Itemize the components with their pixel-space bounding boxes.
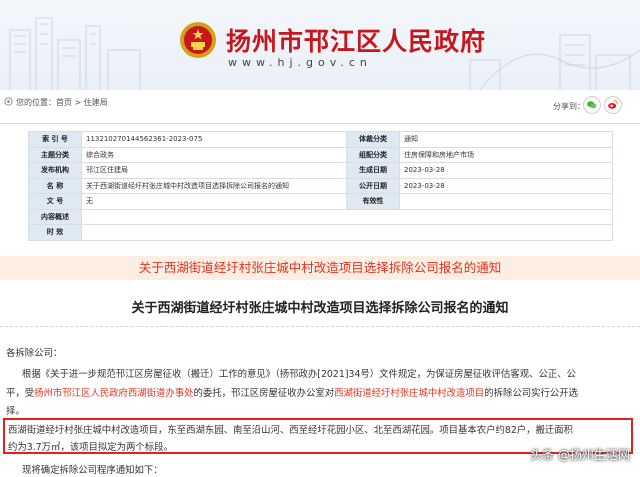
breadcrumb-home-link[interactable]: 首页 [56,98,72,107]
docno-label: 文 号 [28,193,82,210]
share-label: 分享到： [553,102,585,111]
table-row: 时 效 [28,224,613,241]
summary-label: 内容概述 [28,208,82,225]
title-divider [0,326,640,327]
location-icon [4,97,13,106]
summary-value [81,208,613,225]
time-label: 时 效 [28,224,82,241]
paragraph-1-line-3: 择。 [6,406,25,417]
weibo-icon [608,100,618,109]
valid-label: 有效性 [346,193,400,210]
org-theme-value: 住房保障和房地产市场 [399,146,613,163]
article-title: 关于西湖街道经圩村张庄城中村改造项目选择拆除公司报名的通知 [131,301,509,316]
national-emblem-icon [180,22,216,58]
time-value [81,224,613,241]
gen-date-label: 生成日期 [346,162,400,179]
table-row: 名 称 关于西湖街道经圩村张庄城中村改造项目选择拆除公司报名的通知 公开日期 2… [28,177,613,194]
name-label: 名 称 [28,177,82,194]
site-title: 扬州市邗江区人民政府 [226,27,487,56]
publisher-value: 邗江区住建局 [81,162,347,179]
category-value: 通知 [399,131,613,148]
paragraph-1-line-1: 根据《关于进一步规范邗江区房屋征收（搬迁）工作的意见》（扬邗政办[2021]34… [22,369,577,380]
docno-value: 无 [81,193,347,210]
pub-date-value: 2023-03-28 [399,177,613,194]
salutation: 各拆除公司： [6,348,63,359]
table-row: 内容概述 [28,208,613,225]
site-url: www.hj.gov.cn [228,56,372,69]
breadcrumb-prefix: 您的位置： [16,98,56,107]
table-row: 文 号 无 有效性 [28,193,613,210]
paragraph-3: 现将确定拆除公司程序通知如下： [22,465,163,476]
notice-banner-title: 关于西湖街道经圩村张庄城中村改造项目选择拆除公司报名的通知 [0,256,640,280]
category-label: 体裁分类 [346,131,400,148]
theme-label: 主题分类 [28,146,82,163]
p1-text-c: 的拆除公司实行公开选 [484,388,578,399]
pub-date-label: 公开日期 [346,177,400,194]
publisher-label: 发布机构 [28,162,82,179]
breadcrumb-current-link[interactable]: 住建局 [84,98,108,107]
table-row: 发布机构 邗江区住建局 生成日期 2023-03-28 [28,162,613,179]
p1-text-b: 的委托，邗江区房屋征收办公室对 [193,388,335,399]
share-weibo-button[interactable] [604,96,622,114]
paragraph-2-line-1: 西湖街道经圩村张庄城中村改造项目，东至西湖东园、南至沿山河、西至经圩花园小区、北… [8,425,574,436]
name-value: 关于西湖街道经圩村张庄城中村改造项目选择拆除公司报名的通知 [81,177,347,194]
wechat-icon [587,101,597,109]
p1-highlight-agency: 扬州市邗江区人民政府西湖街道办事处 [34,388,194,399]
gen-date-value: 2023-03-28 [399,162,613,179]
p1-highlight-project: 西湖街道经圩村张庄城中村改造项目 [334,388,485,399]
p1-text-a: 平，受 [6,388,35,399]
table-row: 主题分类 综合政务 组配分类 住房保障和房地产市场 [28,146,613,163]
breadcrumb: 您的位置：首页 > 住建局 [16,97,108,108]
breadcrumb-separator: > [72,98,84,107]
paragraph-2-line-2: 约为3.7万㎡，该项目拟定为两个标段。 [8,442,173,453]
source-watermark: 头条 @扬州生活网 [530,448,630,462]
site-header: 扬州市邗江区人民政府 www.hj.gov.cn [0,0,640,90]
document-metadata-table: 索 引 号 11321027014456236​1-2023-075 体裁分类 … [28,131,613,241]
theme-value: 综合政务 [81,146,347,163]
share-wechat-button[interactable] [583,96,601,114]
valid-value [399,193,613,210]
index-no-value: 11321027014456236​1-2023-075 [81,131,347,148]
table-row: 索 引 号 11321027014456236​1-2023-075 体裁分类 … [28,131,613,148]
index-no-label: 索 引 号 [28,131,82,148]
paragraph-1-line-2: 平，受扬州市邗江区人民政府西湖街道办事处的委托，邗江区房屋征收办公室对西湖街道经… [6,385,578,399]
org-theme-label: 组配分类 [346,146,400,163]
